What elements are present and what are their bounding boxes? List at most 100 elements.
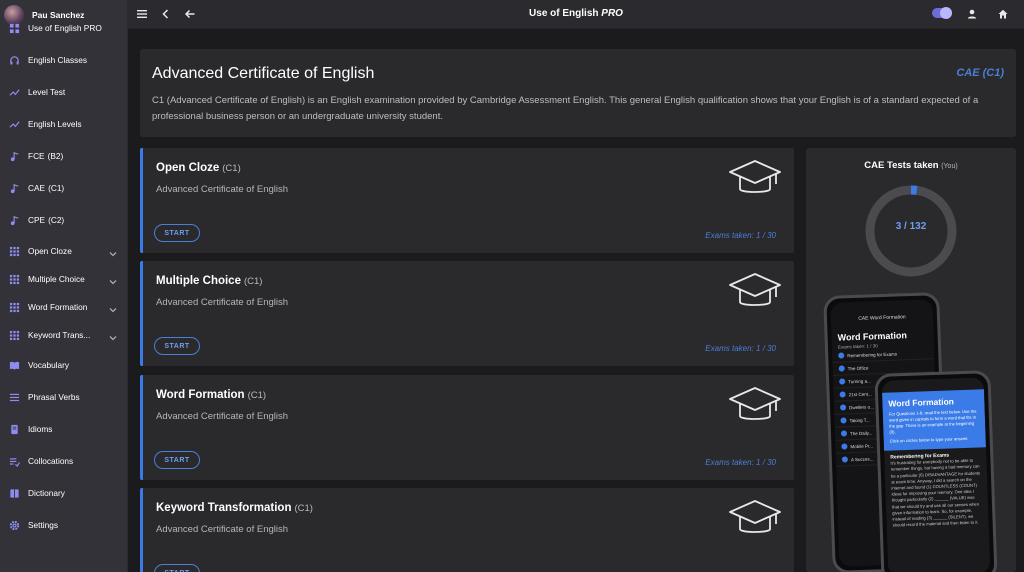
card-title: Multiple Choice (C1): [156, 275, 262, 287]
sidebar-item-dictionary[interactable]: Dictionary: [0, 482, 128, 504]
sidebar-item-word-formation[interactable]: Word Formation: [0, 296, 128, 318]
phone-list-item-text: 21st Cent...: [848, 390, 872, 397]
apps-icon: [8, 329, 20, 341]
sidebar-item-label: FCE: [28, 151, 45, 161]
sidebar-item-open-cloze[interactable]: Open Cloze: [0, 240, 128, 262]
dot-icon: [840, 417, 847, 424]
stats-title: CAE Tests taken (You): [806, 160, 1016, 171]
chevron-down-icon[interactable]: [108, 302, 118, 313]
home-icon[interactable]: [996, 7, 1010, 21]
theme-toggle[interactable]: [932, 7, 952, 19]
dot-icon: [838, 352, 845, 359]
start-button[interactable]: START: [154, 224, 200, 242]
music-note-icon: [8, 214, 20, 226]
app-title-suffix: PRO: [601, 8, 623, 19]
exams-taken: Exams taken: 1 / 30: [705, 231, 776, 240]
card-title-text: Open Cloze: [156, 162, 220, 174]
sidebar-item-label: Vocabulary: [28, 360, 70, 370]
card-subtitle: Advanced Certificate of English: [156, 411, 289, 422]
start-button[interactable]: START: [154, 564, 200, 572]
exam-card-multiple-choice: Multiple Choice (C1) Advanced Certificate …: [140, 261, 794, 366]
card-level: (C1): [247, 390, 267, 401]
dot-icon: [839, 378, 846, 385]
hero-title: Advanced Certificate of English: [152, 65, 375, 82]
main-content: Advanced Certificate of English CAE (C1)…: [129, 29, 1024, 572]
card-title: Open Cloze (C1): [156, 162, 241, 174]
grid-icon: [8, 22, 20, 34]
phone-list-item-text: Dwellers o...: [848, 403, 874, 410]
exam-card-word-formation: Word Formation (C1) Advanced Certificate o…: [140, 375, 794, 480]
sidebar-item-english-levels[interactable]: English Levels: [0, 113, 128, 135]
exams-taken: Exams taken: 1 / 30: [705, 458, 776, 467]
sidebar-item-cpe[interactable]: CPE (C2): [0, 209, 128, 231]
sidebar-item-english-classes[interactable]: English Classes: [0, 49, 128, 71]
sidebar-item-idioms[interactable]: Idioms: [0, 418, 128, 440]
card-title-text: Word Formation: [156, 389, 245, 401]
sidebar-item-keyword-trans[interactable]: Keyword Trans...: [0, 324, 128, 346]
phone-list-item-text: The Office: [847, 365, 869, 371]
card-subtitle: Advanced Certificate of English: [156, 184, 289, 195]
sidebar-item-collocations[interactable]: Collocations: [0, 450, 128, 472]
chevron-down-icon[interactable]: [108, 330, 118, 341]
apps-icon: [8, 273, 20, 285]
chevron-down-icon[interactable]: [108, 274, 118, 285]
phone-list-item-text: Remembering for Exams: [847, 351, 898, 358]
card-level: (C1): [294, 503, 313, 514]
stats-panel: CAE Tests taken (You) 3 / 132 CAE Word F…: [806, 148, 1016, 572]
sidebar-item-fce[interactable]: FCE (B2): [0, 145, 128, 167]
sidebar-item-label: English Levels: [28, 119, 82, 129]
sidebar-item-level: (B2): [47, 151, 64, 161]
app-window: Pau Sanchez Use of English PRO English Cl…: [0, 0, 1024, 572]
app-title: Use of English: [529, 8, 599, 19]
sidebar-item-label: CAE: [28, 183, 46, 193]
sidebar-item-settings[interactable]: Settings: [0, 514, 128, 536]
dictionary-icon: [8, 487, 20, 499]
level-badge: CAE (C1): [956, 67, 1004, 79]
phone-body-text: It's frustrating for everybody not to be…: [890, 457, 981, 528]
sidebar-item-level-test[interactable]: Level Test: [0, 81, 128, 103]
stats-title-text: CAE Tests taken: [864, 160, 939, 171]
sidebar: Pau Sanchez Use of English PRO English Cl…: [0, 0, 128, 572]
phone-body: Remembering for Exams It's frustrating f…: [884, 447, 989, 533]
graduation-cap-icon: [728, 498, 782, 540]
sidebar-item-label: Open Cloze: [28, 246, 72, 256]
start-button[interactable]: START: [154, 451, 200, 469]
graduation-cap-icon: [728, 158, 782, 200]
sidebar-item-multiple-choice[interactable]: Multiple Choice: [0, 268, 128, 290]
page-title: Use of English PRO: [128, 8, 1024, 19]
sidebar-item-label: Level Test: [28, 87, 66, 97]
card-title-text: Multiple Choice: [156, 275, 241, 287]
phone-instructions: For Questions 1-8, read the text below. …: [888, 408, 977, 435]
person-icon[interactable]: [965, 7, 979, 21]
exams-taken: Exams taken: 1 / 30: [705, 344, 776, 353]
card-subtitle: Advanced Certificate of English: [156, 297, 289, 308]
graduation-cap-icon: [728, 385, 782, 427]
book-icon: [8, 359, 20, 371]
dot-icon: [841, 456, 849, 463]
sidebar-item-label: Use of English PRO: [28, 23, 102, 33]
card-title-text: Keyword Transformation: [156, 502, 292, 514]
page-icon: [8, 423, 20, 435]
phone-list-item-text: Turning a...: [848, 378, 871, 384]
sidebar-item-cae[interactable]: CAE (C1): [0, 177, 128, 199]
sidebar-item-phrasal-verbs[interactable]: Phrasal Verbs: [0, 386, 128, 408]
list-icon: [8, 391, 20, 403]
exam-card-keyword-transformation: Keyword Transformation (C1) Advanced Certi…: [140, 488, 794, 572]
top-bar: Use of English PRO: [128, 0, 1024, 29]
sidebar-item-use-of-english-pro[interactable]: Use of English PRO: [0, 17, 128, 39]
dot-icon: [839, 404, 847, 411]
sidebar-item-level: (C2): [48, 215, 65, 225]
card-level: (C1): [243, 276, 263, 287]
sidebar-item-label: Idioms: [28, 424, 53, 434]
sidebar-item-label: Phrasal Verbs: [28, 392, 80, 402]
hero-panel: Advanced Certificate of English CAE (C1)…: [140, 49, 1016, 137]
start-button[interactable]: START: [154, 337, 200, 355]
phone-screen-front: Word Formation For Questions 1-8, read t…: [881, 377, 991, 572]
sidebar-item-vocabulary[interactable]: Vocabulary: [0, 354, 128, 376]
phone-mockup-front: Word Formation For Questions 1-8, read t…: [874, 370, 998, 572]
phone-list-item-text: A Succes...: [850, 455, 874, 462]
sidebar-item-label: CPE: [28, 215, 46, 225]
chevron-down-icon[interactable]: [108, 246, 118, 257]
card-title: Word Formation (C1): [156, 389, 266, 401]
apps-icon: [8, 301, 20, 313]
